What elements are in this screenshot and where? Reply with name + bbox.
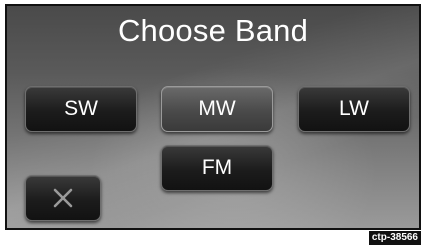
band-button-label: FM <box>201 156 233 179</box>
band-button-sw[interactable]: SW <box>25 86 137 132</box>
band-button-lw[interactable]: LW <box>298 86 410 132</box>
band-button-label: MW <box>198 97 236 120</box>
band-button-fm[interactable]: FM <box>161 145 273 191</box>
close-button[interactable] <box>25 175 101 221</box>
band-button-mw[interactable]: MW <box>161 86 273 132</box>
band-button-label: SW <box>64 97 98 120</box>
close-icon <box>53 188 73 208</box>
figure-code-label: ctp-38566 <box>368 231 421 245</box>
band-selection-screen: Choose Band SW MW LW FM <box>5 4 421 230</box>
band-button-label: LW <box>339 97 369 120</box>
screen-title: Choose Band <box>117 13 309 48</box>
